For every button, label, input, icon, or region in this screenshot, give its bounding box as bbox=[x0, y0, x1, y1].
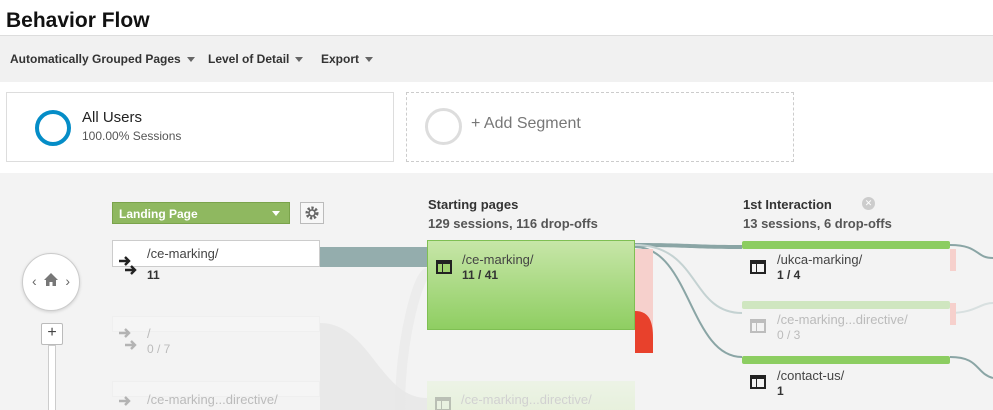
grouped-pages-dropdown[interactable]: Automatically Grouped Pages bbox=[10, 52, 195, 66]
segment-bar: All Users 100.00% Sessions + Add Segment bbox=[0, 82, 993, 173]
close-icon[interactable]: ✕ bbox=[862, 197, 875, 210]
node-label: / bbox=[147, 326, 151, 341]
level-of-detail-dropdown[interactable]: Level of Detail bbox=[208, 52, 304, 66]
page-icon bbox=[436, 260, 452, 274]
empty-segment-icon bbox=[425, 108, 462, 145]
node-label: /ce-marking...directive/ bbox=[147, 392, 278, 407]
interaction-node-bar[interactable] bbox=[742, 356, 950, 364]
level-of-detail-label: Level of Detail bbox=[208, 52, 290, 66]
pan-left-icon[interactable]: ‹ bbox=[32, 273, 37, 289]
page-title: Behavior Flow bbox=[6, 9, 150, 32]
page-icon bbox=[750, 375, 766, 389]
node-value: 0 / 3 bbox=[777, 328, 801, 342]
segment-sessions: 100.00% Sessions bbox=[82, 129, 182, 143]
node-label[interactable]: /ce-marking...directive/ bbox=[777, 312, 908, 327]
flow-link bbox=[949, 244, 993, 259]
drop-off-bar bbox=[950, 249, 956, 271]
chevron-down-icon bbox=[186, 57, 195, 63]
export-dropdown[interactable]: Export bbox=[321, 52, 374, 66]
drop-off-bar bbox=[950, 303, 956, 325]
node-value: 11 bbox=[147, 268, 160, 282]
flow-link bbox=[949, 302, 993, 314]
flow-link bbox=[949, 356, 993, 379]
chevron-down-icon bbox=[295, 57, 304, 63]
flow-link bbox=[320, 247, 427, 267]
arrow-right-icon bbox=[125, 340, 137, 350]
segment-all-users[interactable]: All Users 100.00% Sessions bbox=[6, 92, 394, 162]
node-label[interactable]: /contact-us/ bbox=[777, 368, 844, 383]
node-label: /ce-marking/ bbox=[462, 252, 534, 267]
settings-button[interactable] bbox=[300, 202, 324, 224]
segment-name: All Users bbox=[82, 109, 143, 126]
segment-ring-icon bbox=[35, 110, 71, 146]
pan-control: ‹ › bbox=[22, 253, 80, 311]
page-icon bbox=[435, 397, 451, 410]
gear-icon bbox=[305, 206, 319, 220]
page-icon bbox=[750, 319, 766, 333]
home-icon[interactable] bbox=[42, 271, 60, 289]
dimension-selector[interactable]: Landing Page bbox=[112, 202, 290, 224]
toolbar: Automatically Grouped Pages Level of Det… bbox=[0, 35, 993, 83]
zoom-slider[interactable] bbox=[48, 345, 56, 410]
export-label: Export bbox=[321, 52, 360, 66]
arrow-right-icon bbox=[125, 265, 137, 275]
node-value: 1 / 4 bbox=[777, 268, 801, 282]
node-value: 0 / 7 bbox=[147, 342, 171, 356]
chevron-down-icon bbox=[365, 57, 374, 63]
starting-pages-summary: 129 sessions, 116 drop-offs bbox=[428, 216, 598, 231]
interaction-summary: 13 sessions, 6 drop-offs bbox=[743, 216, 892, 231]
starting-page-node[interactable]: /ce-marking...directive/ bbox=[427, 381, 635, 410]
node-label[interactable]: /ukca-marking/ bbox=[777, 252, 862, 267]
behavior-flow-canvas[interactable]: ‹ › + Landing Page Starting pages 129 se… bbox=[0, 173, 993, 410]
starting-page-node[interactable]: /ce-marking/ 11 / 41 bbox=[427, 240, 635, 330]
interaction-node-bar[interactable] bbox=[742, 301, 950, 309]
grouped-pages-label: Automatically Grouped Pages bbox=[10, 52, 181, 66]
node-label: /ce-marking/ bbox=[147, 246, 219, 261]
add-segment-label: + Add Segment bbox=[471, 115, 581, 132]
pan-right-icon[interactable]: › bbox=[65, 273, 70, 289]
node-label: /ce-marking...directive/ bbox=[461, 392, 592, 407]
node-value: 11 / 41 bbox=[462, 268, 499, 282]
node-value: 1 bbox=[777, 384, 784, 398]
add-segment-button[interactable]: + Add Segment bbox=[406, 92, 794, 162]
landing-node[interactable] bbox=[112, 316, 320, 332]
dimension-label: Landing Page bbox=[119, 207, 198, 221]
page-icon bbox=[750, 260, 766, 274]
starting-pages-title: Starting pages bbox=[428, 197, 519, 212]
interaction-title: 1st Interaction bbox=[743, 197, 832, 212]
chevron-down-icon bbox=[272, 211, 280, 216]
zoom-in-button[interactable]: + bbox=[41, 323, 63, 345]
interaction-node-bar[interactable] bbox=[742, 241, 950, 249]
landing-node[interactable]: /ce-marking/ bbox=[112, 240, 320, 267]
arrow-right-icon bbox=[119, 396, 131, 406]
flow-link bbox=[395, 268, 430, 410]
